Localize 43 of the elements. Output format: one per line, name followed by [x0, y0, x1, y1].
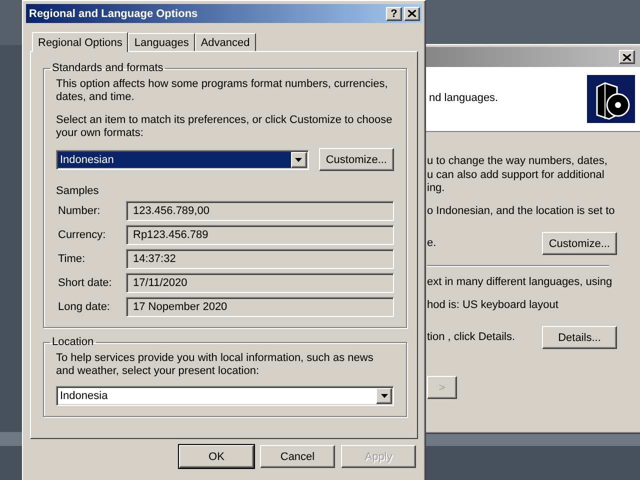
- group-label: Standards and formats: [51, 62, 164, 74]
- sample-field: 123.456.789,00: [126, 201, 394, 221]
- description-text: u can also add support for additional: [427, 168, 606, 182]
- sample-field: 17/11/2020: [126, 273, 394, 293]
- description-text: ext in many different languages, using: [427, 276, 614, 290]
- sample-label: Number:: [57, 205, 102, 217]
- dropdown-arrow-icon: [380, 394, 388, 398]
- sample-field: 17 Nopember 2020: [126, 297, 394, 317]
- close-button[interactable]: [404, 6, 420, 20]
- samples-label: Samples: [56, 185, 100, 197]
- sample-label: Time:: [57, 253, 86, 265]
- customize-button[interactable]: Customize...: [318, 148, 394, 171]
- location-dropdown[interactable]: Indonesia: [56, 386, 394, 406]
- instruction-text: Select an item to match its preferences, or click Customize to choose your own formats:: [56, 114, 394, 140]
- tab[interactable]: Advanced: [194, 33, 256, 51]
- format-dropdown[interactable]: Indonesian: [56, 150, 309, 170]
- description-text: ing.: [427, 182, 446, 196]
- action-button[interactable]: Details...: [542, 326, 617, 349]
- tab[interactable]: Regional Options: [32, 32, 128, 52]
- description-text: u to change the way numbers, dates,: [427, 155, 608, 168]
- dialog-button[interactable]: Cancel: [260, 445, 335, 468]
- close-icon: [408, 10, 416, 17]
- close-button[interactable]: [619, 50, 635, 64]
- description-text: tion , click Details.: [427, 330, 516, 344]
- description-text: To help services provide you with local information, such as news and weather, select your present location:: [56, 352, 374, 378]
- description-text: hod is: US keyboard layout: [427, 298, 560, 312]
- dropdown-arrow-icon: [295, 158, 302, 162]
- header-text: nd languages.: [429, 92, 498, 106]
- sample-label: Long date:: [57, 301, 111, 313]
- sample-label: Short date:: [57, 277, 113, 289]
- sample-label: Currency:: [57, 229, 107, 241]
- description-text: o Indonesian, and the location is set to: [427, 204, 616, 218]
- description-text: e.: [427, 236, 436, 250]
- description-text: This option affects how some programs format numbers, currencies, dates, and time.: [56, 78, 389, 104]
- sample-field: Rp123.456.789: [126, 225, 394, 245]
- sample-field: 14:37:32: [126, 249, 394, 269]
- dialog-button[interactable]: OK: [179, 445, 254, 468]
- help-button[interactable]: ?: [386, 6, 402, 20]
- group-label: Location: [51, 336, 95, 348]
- tab[interactable]: Languages: [128, 33, 195, 51]
- close-icon: [623, 54, 631, 60]
- action-button[interactable]: Customize...: [542, 232, 617, 255]
- window-title: Regional and Language Options: [29, 8, 199, 20]
